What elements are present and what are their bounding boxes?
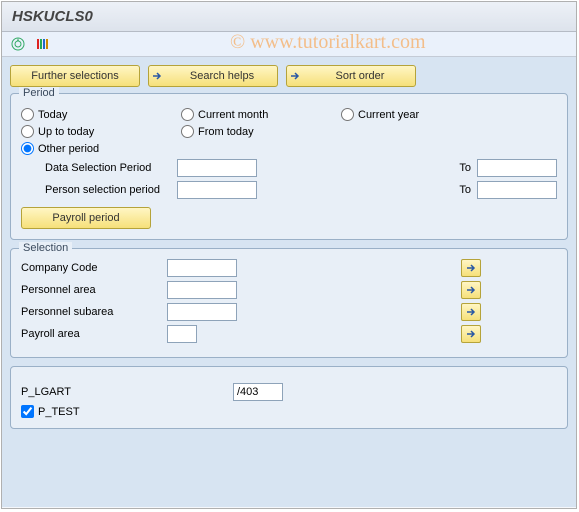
page-title: HSKUCLS0 bbox=[2, 2, 576, 32]
arrow-right-icon bbox=[466, 263, 476, 273]
person-selection-period-label: Person selection period bbox=[21, 184, 171, 196]
payroll-area-input[interactable] bbox=[167, 325, 197, 343]
further-selections-button[interactable]: Further selections bbox=[10, 65, 140, 87]
p-test-label: P_TEST bbox=[38, 406, 80, 418]
further-selections-label: Further selections bbox=[31, 70, 118, 82]
period-group: Period Today Current month Current year … bbox=[10, 93, 568, 240]
radio-current-year[interactable]: Current year bbox=[341, 108, 501, 121]
radio-from-today[interactable]: From today bbox=[181, 125, 341, 138]
personnel-area-label: Personnel area bbox=[21, 284, 161, 296]
params-group: P_LGART P_TEST bbox=[10, 366, 568, 429]
company-code-label: Company Code bbox=[21, 262, 161, 274]
company-code-multi-button[interactable] bbox=[461, 259, 481, 277]
company-code-input[interactable] bbox=[167, 259, 237, 277]
p-lgart-input[interactable] bbox=[233, 383, 283, 401]
radio-other-period-label: Other period bbox=[38, 143, 99, 155]
radio-current-month[interactable]: Current month bbox=[181, 108, 341, 121]
payroll-area-multi-button[interactable] bbox=[461, 325, 481, 343]
radio-up-to-today-label: Up to today bbox=[38, 126, 94, 138]
radio-today-label: Today bbox=[38, 109, 67, 121]
to-label-2: To bbox=[459, 184, 471, 196]
search-helps-button[interactable]: Search helps bbox=[148, 65, 278, 87]
radio-current-month-label: Current month bbox=[198, 109, 268, 121]
to-label-1: To bbox=[459, 162, 471, 174]
sort-order-button[interactable]: Sort order bbox=[286, 65, 416, 87]
personnel-subarea-multi-button[interactable] bbox=[461, 303, 481, 321]
personnel-subarea-input[interactable] bbox=[167, 303, 237, 321]
personnel-area-multi-button[interactable] bbox=[461, 281, 481, 299]
radio-current-year-label: Current year bbox=[358, 109, 419, 121]
personnel-subarea-label: Personnel subarea bbox=[21, 306, 161, 318]
payroll-area-label: Payroll area bbox=[21, 328, 161, 340]
personnel-area-input[interactable] bbox=[167, 281, 237, 299]
radio-today[interactable]: Today bbox=[21, 108, 181, 121]
arrow-right-icon bbox=[149, 69, 165, 83]
person-selection-from-input[interactable] bbox=[177, 181, 257, 199]
arrow-right-icon bbox=[466, 285, 476, 295]
data-selection-to-input[interactable] bbox=[477, 159, 557, 177]
radio-from-today-label: From today bbox=[198, 126, 254, 138]
payroll-period-button[interactable]: Payroll period bbox=[21, 207, 151, 229]
radio-other-period[interactable]: Other period bbox=[21, 142, 557, 155]
payroll-period-label: Payroll period bbox=[52, 212, 119, 224]
arrow-right-icon bbox=[466, 307, 476, 317]
data-selection-period-label: Data Selection Period bbox=[21, 162, 171, 174]
arrow-right-icon bbox=[287, 69, 303, 83]
search-helps-label: Search helps bbox=[167, 70, 277, 82]
radio-up-to-today[interactable]: Up to today bbox=[21, 125, 181, 138]
variant-icon[interactable] bbox=[34, 36, 50, 52]
execute-icon[interactable] bbox=[10, 36, 26, 52]
selection-legend: Selection bbox=[19, 242, 72, 254]
sort-order-label: Sort order bbox=[305, 70, 415, 82]
icon-toolbar bbox=[2, 32, 576, 57]
data-selection-from-input[interactable] bbox=[177, 159, 257, 177]
person-selection-to-input[interactable] bbox=[477, 181, 557, 199]
period-legend: Period bbox=[19, 87, 59, 99]
p-lgart-label: P_LGART bbox=[21, 386, 161, 398]
p-test-checkbox[interactable]: P_TEST bbox=[21, 405, 557, 418]
selection-buttons-row: Further selections Search helps Sort ord… bbox=[10, 65, 568, 87]
selection-group: Selection Company Code Personnel area bbox=[10, 248, 568, 358]
arrow-right-icon bbox=[466, 329, 476, 339]
